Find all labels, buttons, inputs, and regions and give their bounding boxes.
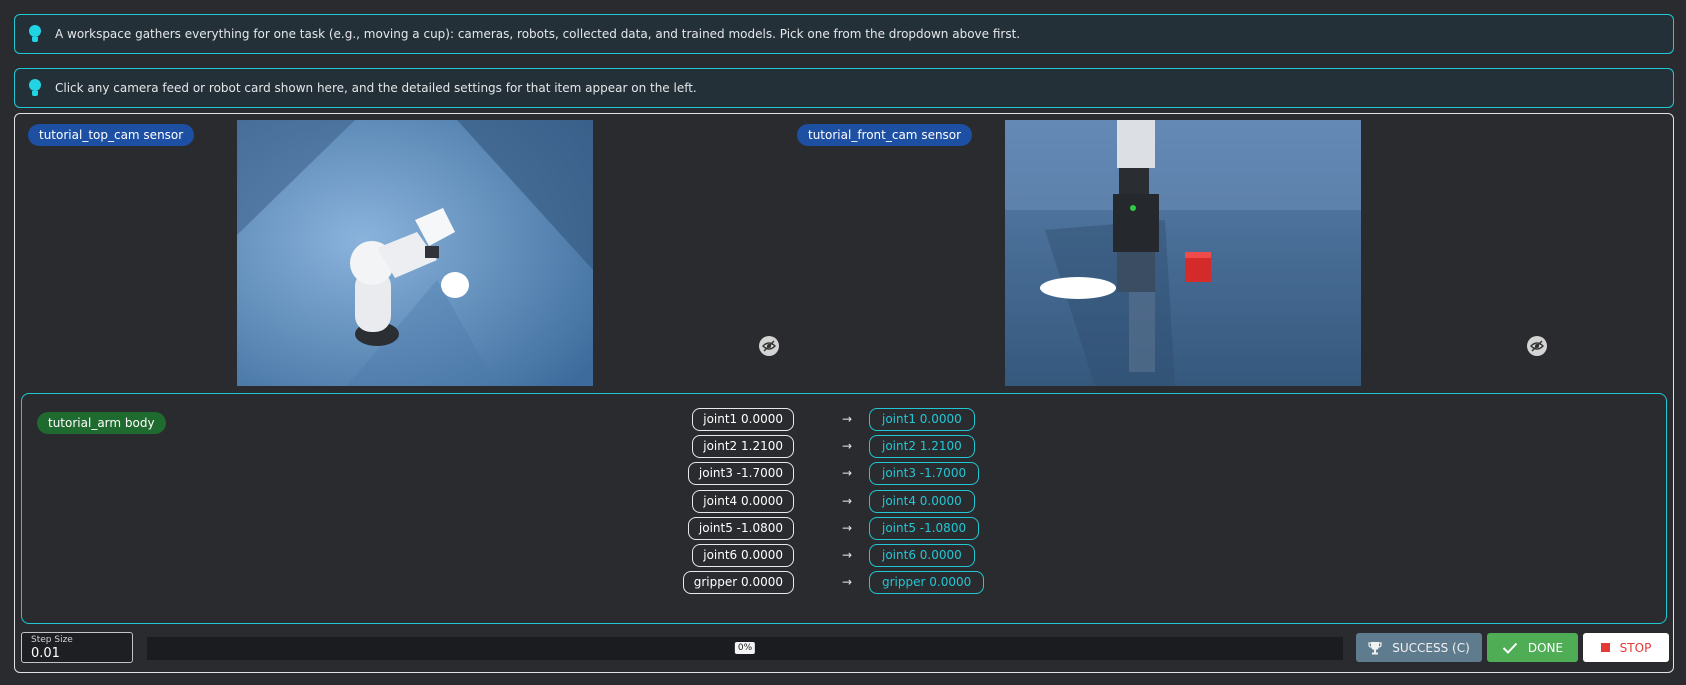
robot-card[interactable]: tutorial_arm body joint1 0.0000 → joint1… [21,393,1667,624]
eye-slash-icon[interactable] [1527,336,1547,356]
trophy-icon [1368,641,1382,654]
joint-target-value[interactable]: joint3 -1.7000 [869,462,980,485]
joint-current-value: gripper 0.0000 [682,571,794,594]
joint-target-value[interactable]: joint5 -1.0800 [869,517,980,540]
joint-current-value: joint5 -1.0800 [687,517,794,540]
stop-button-label: STOP [1619,640,1652,655]
front-cam-badge[interactable]: tutorial_front_cam sensor [797,124,973,146]
joint-target-value[interactable]: joint1 0.0000 [869,408,975,431]
episode-progress-bar: 0% [147,637,1343,660]
joint-row: joint5 -1.0800 → joint5 -1.0800 [22,517,1666,540]
lightbulb-icon [27,24,43,44]
progress-percent: 0% [734,642,756,654]
stop-button[interactable]: STOP [1583,633,1669,662]
joint-target-value[interactable]: joint6 0.0000 [869,544,975,567]
step-size-field[interactable]: Step Size 0.01 [21,632,133,663]
top-cam-badge[interactable]: tutorial_top_cam sensor [28,124,195,146]
top-camera-feed[interactable] [237,120,593,386]
check-icon [1502,642,1518,654]
arrow-right-icon: → [842,521,853,535]
joint-current-value: joint3 -1.7000 [687,462,794,485]
joint-row: joint4 0.0000 → joint4 0.0000 [22,490,1666,513]
success-button[interactable]: SUCCESS (C) [1356,633,1482,662]
joint-row: joint1 0.0000 → joint1 0.0000 [22,408,1666,431]
arrow-right-icon: → [842,466,853,480]
workspace-tip-banner: A workspace gathers everything for one t… [14,14,1674,54]
arrow-right-icon: → [842,575,853,589]
arrow-right-icon: → [842,548,853,562]
done-button-label: DONE [1527,640,1564,655]
lightbulb-icon [27,78,43,98]
joint-target-value[interactable]: gripper 0.0000 [869,571,985,594]
workspace-tip-text: A workspace gathers everything for one t… [55,27,1021,41]
selection-tip-banner: Click any camera feed or robot card show… [14,68,1674,108]
joint-current-value: joint2 1.2100 [692,435,794,458]
joint-current-value: joint1 0.0000 [692,408,794,431]
arrow-right-icon: → [842,494,853,508]
success-button-label: SUCCESS (C) [1392,640,1470,655]
joint-current-value: joint6 0.0000 [692,544,794,567]
joint-target-value[interactable]: joint4 0.0000 [869,490,975,513]
joint-row: gripper 0.0000 → gripper 0.0000 [22,571,1666,594]
arrow-right-icon: → [842,412,853,426]
joint-current-value: joint4 0.0000 [692,490,794,513]
front-camera-feed[interactable] [1005,120,1361,386]
joint-target-value[interactable]: joint2 1.2100 [869,435,975,458]
done-button[interactable]: DONE [1487,633,1578,662]
step-size-value[interactable]: 0.01 [31,646,60,661]
workspace-panel: tutorial_top_cam sensor tutorial_front_c… [14,113,1674,673]
joint-row: joint6 0.0000 → joint6 0.0000 [22,544,1666,567]
arrow-right-icon: → [842,439,853,453]
step-size-label: Step Size [31,635,73,645]
joint-row: joint2 1.2100 → joint2 1.2100 [22,435,1666,458]
eye-slash-icon[interactable] [759,336,779,356]
stop-square-icon [1600,643,1610,652]
joint-row: joint3 -1.7000 → joint3 -1.7000 [22,462,1666,485]
selection-tip-text: Click any camera feed or robot card show… [55,81,697,95]
